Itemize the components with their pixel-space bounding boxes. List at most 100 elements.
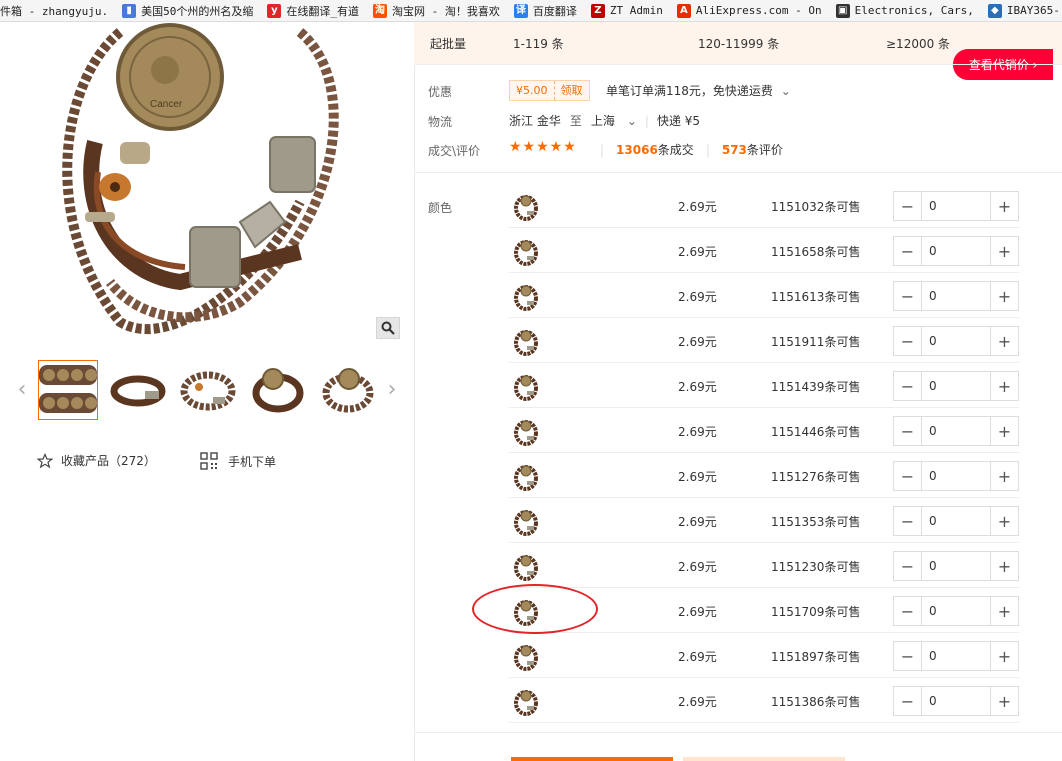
bookmark-item[interactable]: ◆ IBAY365- [987, 0, 1060, 21]
sku-stock: 1151439条可售 [771, 380, 861, 394]
decrease-qty-button[interactable]: − [894, 327, 922, 355]
logistics-label: 物流 [428, 115, 453, 129]
sku-stock: 1151658条可售 [771, 245, 861, 259]
sku-row: 2.69元 1151446条可售 −0 + [509, 408, 1019, 453]
bookmark-item[interactable]: ▮ 美国50个州的州名及缩 [122, 0, 253, 21]
quantity-input[interactable]: 0 [922, 237, 990, 265]
sku-price: 2.69元 [678, 605, 717, 619]
thumbnail-2[interactable] [108, 360, 168, 420]
favorite-label: 收藏产品（272） [61, 454, 156, 468]
add-to-cart-button[interactable] [683, 757, 845, 761]
decrease-qty-button[interactable]: − [894, 417, 922, 445]
quantity-stepper: −0 + [893, 371, 1019, 401]
quantity-input[interactable]: 0 [922, 462, 990, 490]
taobao-icon: 淘 [372, 3, 387, 18]
thumb-prev-arrow-icon[interactable]: ‹ [14, 374, 30, 404]
bookmark-item[interactable]: Z ZT Admin [590, 0, 663, 21]
decrease-qty-button[interactable]: − [894, 597, 922, 625]
sku-thumbnail[interactable] [511, 191, 541, 221]
increase-qty-button[interactable]: + [990, 327, 1018, 355]
ebay-bag-icon: ▣ [835, 3, 850, 18]
bracelet-image: Cancer [0, 22, 400, 342]
thumbnail-4[interactable] [248, 360, 308, 420]
bookmark-item[interactable]: ▣ Electronics, Cars, [835, 0, 974, 21]
increase-qty-button[interactable]: + [990, 507, 1018, 535]
sku-row: 2.69元 1151353条可售 −0 + [509, 498, 1019, 543]
sku-thumbnail[interactable] [511, 326, 541, 356]
bookmark-item[interactable]: y 在线翻译_有道 [267, 0, 359, 21]
sku-thumbnail[interactable] [511, 506, 541, 536]
increase-qty-button[interactable]: + [990, 372, 1018, 400]
thumbnail-1[interactable] [38, 360, 98, 420]
decrease-qty-button[interactable]: − [894, 372, 922, 400]
sku-row: 2.69元 1151658条可售 −0 + [509, 228, 1019, 273]
favorite-button[interactable]: 收藏产品（272） [37, 452, 156, 469]
zoom-button[interactable] [376, 317, 400, 339]
chevron-down-icon[interactable]: ⌄ [627, 114, 637, 128]
sku-thumbnail[interactable] [511, 281, 541, 311]
shipping-fee: 快递 ¥5 [656, 114, 701, 128]
sku-stock: 1151911条可售 [771, 335, 861, 349]
quantity-input[interactable]: 0 [922, 687, 990, 715]
sku-thumbnail[interactable] [511, 686, 541, 716]
bookmark-item[interactable]: A AliExpress.com - On [676, 0, 822, 21]
bookmark-item[interactable]: 译百度翻译 [513, 0, 577, 21]
thumbnail-5[interactable] [318, 360, 378, 420]
sku-stock: 1151709条可售 [771, 605, 861, 619]
increase-qty-button[interactable]: + [990, 417, 1018, 445]
quantity-input[interactable]: 0 [922, 327, 990, 355]
increase-qty-button[interactable]: + [990, 282, 1018, 310]
bracelet-thumb-image [322, 368, 374, 413]
sku-stock: 1151353条可售 [771, 515, 861, 529]
quantity-input[interactable]: 0 [922, 282, 990, 310]
thumb-next-arrow-icon[interactable]: › [384, 374, 400, 404]
quantity-input[interactable]: 0 [922, 597, 990, 625]
decrease-qty-button[interactable]: − [894, 687, 922, 715]
sku-thumbnail[interactable] [511, 551, 541, 581]
sku-thumbnail[interactable] [511, 236, 541, 266]
divider [414, 732, 1062, 733]
decrease-qty-button[interactable]: − [894, 237, 922, 265]
product-main-image[interactable]: Cancer [0, 22, 400, 342]
thumbnail-3[interactable] [178, 360, 238, 420]
decrease-qty-button[interactable]: − [894, 192, 922, 220]
increase-qty-button[interactable]: + [990, 687, 1018, 715]
coupon-badge[interactable]: ¥5.00 领取 [509, 80, 590, 101]
promo-text[interactable]: 单笔订单满118元，免快递运费 ⌄ [606, 82, 791, 99]
deals-count[interactable]: 13066 [616, 143, 658, 157]
buy-now-button[interactable] [511, 757, 673, 761]
quantity-stepper: −0 + [893, 326, 1019, 356]
increase-qty-button[interactable]: + [990, 462, 1018, 490]
sku-thumbnail[interactable] [511, 641, 541, 671]
quantity-input[interactable]: 0 [922, 507, 990, 535]
decrease-qty-button[interactable]: − [894, 552, 922, 580]
bookmark-item[interactable]: 淘淘宝网 - 淘！我喜欢 [372, 0, 500, 21]
decrease-qty-button[interactable]: − [894, 507, 922, 535]
ship-to-select[interactable]: 上海 [591, 112, 615, 129]
sku-thumbnail[interactable] [511, 416, 541, 446]
mobile-order-button[interactable]: 手机下单 [200, 452, 276, 470]
increase-qty-button[interactable]: + [990, 192, 1018, 220]
sku-stock: 1151230条可售 [771, 560, 861, 574]
divider [414, 172, 1062, 173]
reviews-count[interactable]: 573 [722, 143, 747, 157]
increase-qty-button[interactable]: + [990, 237, 1018, 265]
bracelet-thumb-image [514, 510, 538, 536]
quantity-input[interactable]: 0 [922, 552, 990, 580]
quantity-input[interactable]: 0 [922, 372, 990, 400]
increase-qty-button[interactable]: + [990, 597, 1018, 625]
bracelet-thumb-image [514, 690, 538, 716]
sku-thumbnail[interactable] [511, 461, 541, 491]
increase-qty-button[interactable]: + [990, 552, 1018, 580]
increase-qty-button[interactable]: + [990, 642, 1018, 670]
quantity-input[interactable]: 0 [922, 417, 990, 445]
deals-suffix: 条成交 [657, 143, 694, 157]
quantity-input[interactable]: 0 [922, 642, 990, 670]
decrease-qty-button[interactable]: − [894, 462, 922, 490]
coupon-get-link[interactable]: 领取 [555, 81, 589, 100]
decrease-qty-button[interactable]: − [894, 282, 922, 310]
bookmark-item[interactable]: 件箱 - zhangyuju. [0, 0, 108, 21]
decrease-qty-button[interactable]: − [894, 642, 922, 670]
quantity-input[interactable]: 0 [922, 192, 990, 220]
sku-thumbnail[interactable] [511, 371, 541, 401]
